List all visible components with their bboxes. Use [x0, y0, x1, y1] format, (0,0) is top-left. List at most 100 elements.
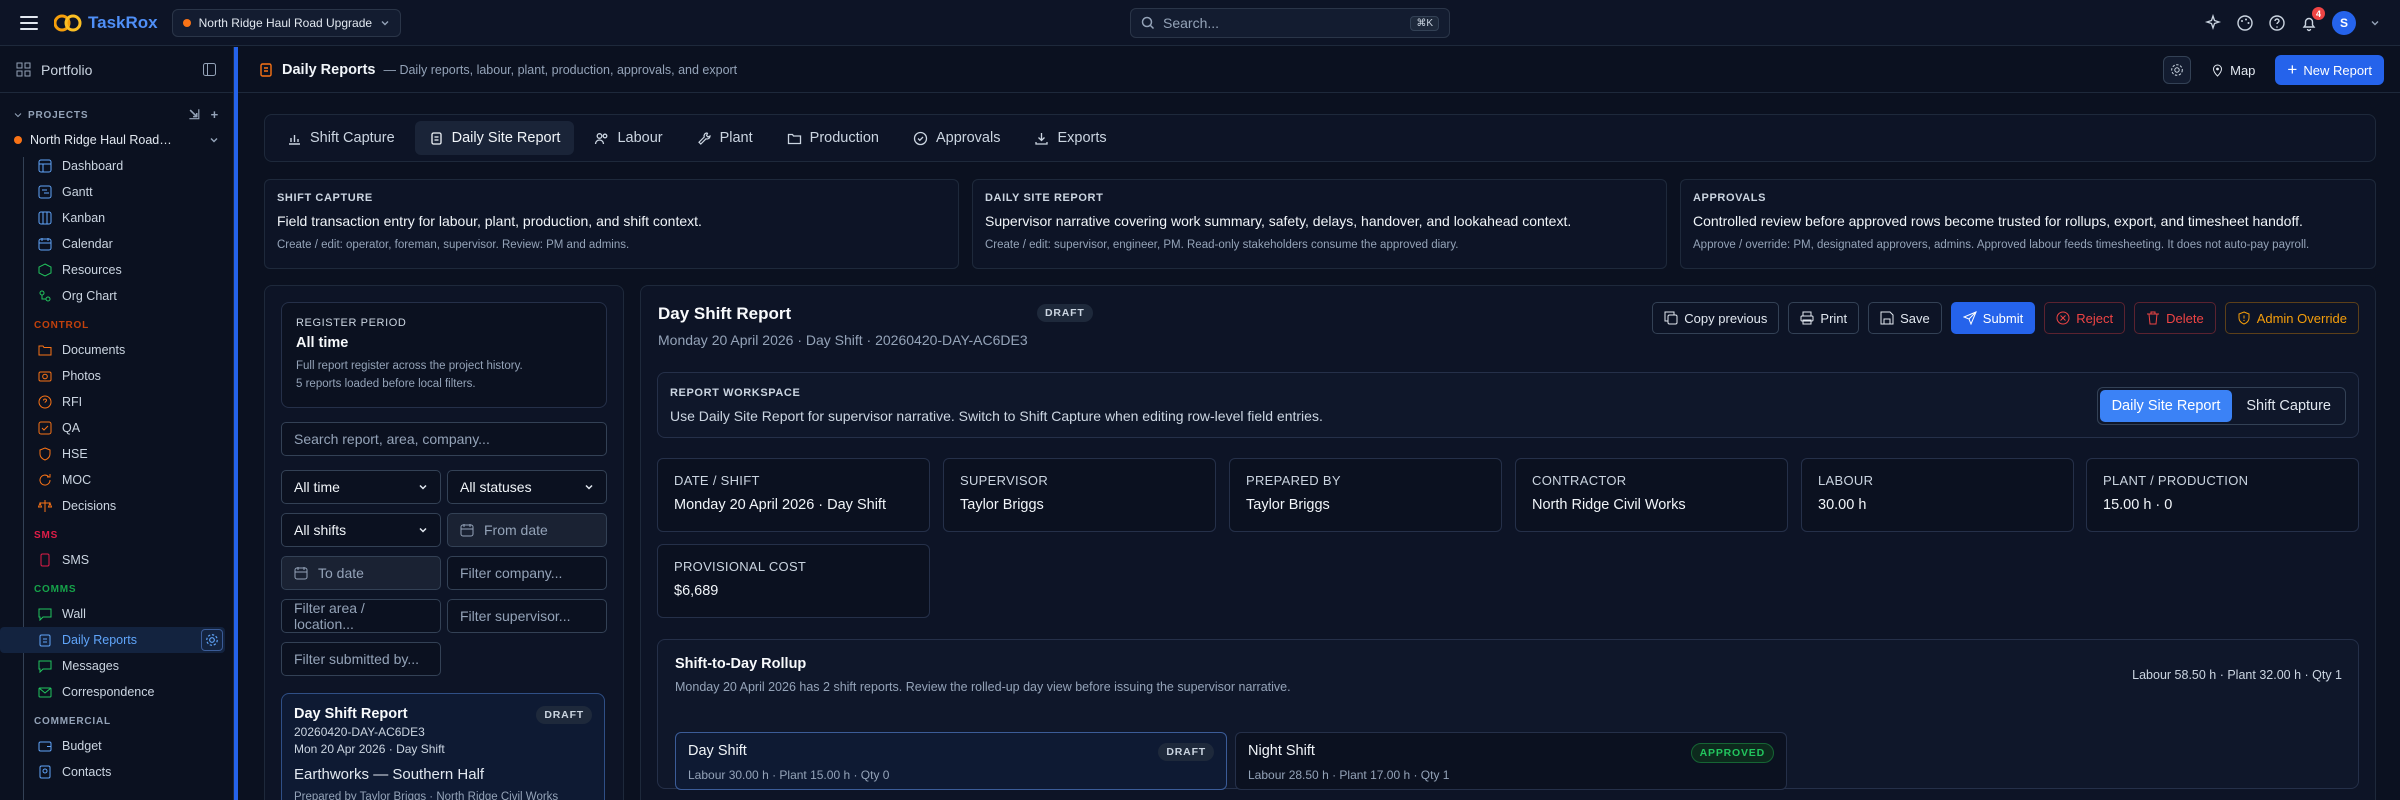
sidebar-resize-handle[interactable]	[234, 47, 238, 800]
report-list-item[interactable]: Day Shift Report DRAFT 20260420-DAY-AC6D…	[281, 693, 605, 800]
report-workspace: REPORT WORKSPACE Use Daily Site Report f…	[657, 372, 2359, 438]
shift-filter-select[interactable]: All shifts	[281, 513, 441, 547]
toggle-daily-site-report[interactable]: Daily Site Report	[2099, 390, 2233, 422]
stat-value: 30.00 h	[1818, 497, 1867, 513]
tab-exports[interactable]: Exports	[1020, 121, 1120, 155]
notifications-bell-icon[interactable]: 4	[2300, 7, 2325, 32]
toggle-shift-capture[interactable]: Shift Capture	[2234, 390, 2343, 422]
print-button[interactable]: Print	[1788, 302, 1860, 334]
tab-labour[interactable]: Labour	[580, 121, 676, 155]
collapse-all-icon[interactable]: ⇲	[189, 107, 201, 123]
status-filter-select[interactable]: All statuses	[447, 470, 607, 504]
map-pin-icon	[2213, 64, 2223, 77]
rollup-shift-day[interactable]: Day Shift DRAFT Labour 30.00 h · Plant 1…	[675, 732, 1227, 790]
sidebar-item-hse[interactable]: HSE	[0, 441, 233, 467]
menu-icon[interactable]	[18, 12, 40, 34]
save-button[interactable]: Save	[1868, 302, 1942, 334]
submitted-by-filter-input[interactable]: Filter submitted by...	[281, 642, 441, 676]
add-project-icon[interactable]: +	[211, 107, 219, 123]
check-circle-icon	[913, 131, 928, 145]
status-badge: DRAFT	[1158, 743, 1214, 761]
workspace-kicker: REPORT WORKSPACE	[670, 387, 801, 399]
app-logo[interactable]: TaskRox	[54, 11, 158, 35]
sidebar-item-org-chart[interactable]: Org Chart	[0, 283, 233, 309]
calendar-icon	[38, 238, 52, 251]
plus-icon: +	[2287, 60, 2298, 79]
sidebar-item-label: Dashboard	[62, 159, 124, 173]
sidebar-item-moc[interactable]: MOC	[0, 467, 233, 493]
info-card-title: Supervisor narrative covering work summa…	[985, 213, 1572, 229]
company-filter-input[interactable]: Filter company...	[447, 556, 607, 590]
sparkle-icon[interactable]	[2204, 14, 2222, 32]
supervisor-filter-input[interactable]: Filter supervisor...	[447, 599, 607, 633]
sidebar-item-budget[interactable]: Budget	[0, 733, 233, 759]
user-avatar[interactable]: S	[2332, 11, 2356, 35]
portfolio-label: Portfolio	[41, 61, 93, 78]
tab-plant[interactable]: Plant	[683, 121, 767, 155]
sidebar-item-sms[interactable]: SMS	[0, 547, 233, 573]
tab-label: Production	[809, 130, 879, 146]
trash-icon	[2147, 311, 2160, 325]
sidebar-item-qa[interactable]: QA	[0, 415, 233, 441]
shift-filter-value: All shifts	[294, 522, 347, 538]
sidebar-item-decisions[interactable]: Decisions	[0, 493, 233, 519]
from-date-input[interactable]: From date	[447, 513, 607, 547]
question-circle-icon	[38, 395, 52, 409]
time-filter-select[interactable]: All time	[281, 470, 441, 504]
status-badge: APPROVED	[1690, 743, 1774, 763]
reject-button[interactable]: Reject	[2044, 302, 2126, 334]
folder-icon	[38, 345, 52, 356]
stat-label: PROVISIONAL COST	[674, 559, 807, 574]
sidebar-item-label: Resources	[62, 263, 122, 277]
sidebar-item-gantt[interactable]: Gantt	[0, 179, 233, 205]
portfolio-link[interactable]: Portfolio	[0, 47, 233, 93]
sidebar-item-wall[interactable]: Wall	[0, 601, 233, 627]
tab-shift-capture[interactable]: Shift Capture	[273, 121, 409, 155]
sidebar-item-photos[interactable]: Photos	[0, 363, 233, 389]
gear-icon[interactable]	[201, 629, 223, 651]
project-switcher[interactable]: North Ridge Haul Road Upgrade	[171, 8, 402, 37]
tab-daily-site-report[interactable]: Daily Site Report	[414, 121, 575, 155]
sidebar-item-calendar[interactable]: Calendar	[0, 231, 233, 257]
admin-override-label: Admin Override	[2256, 310, 2347, 326]
sidebar-item-dashboard[interactable]: Dashboard	[0, 153, 233, 179]
stat-date-shift: DATE / SHIFT Monday 20 April 2026 · Day S…	[657, 458, 930, 532]
stat-label: PLANT / PRODUCTION	[2103, 473, 2249, 488]
collapse-sidebar-icon[interactable]	[202, 62, 217, 77]
area-filter-input[interactable]: Filter area / location...	[281, 599, 441, 633]
sidebar-item-kanban[interactable]: Kanban	[0, 205, 233, 231]
shift-name: Day Shift	[688, 743, 747, 759]
new-report-button[interactable]: + New Report	[2275, 55, 2384, 85]
map-button[interactable]: Map	[2201, 63, 2265, 78]
sidebar-item-correspondence[interactable]: Correspondence	[0, 679, 233, 705]
submit-label: Submit	[1982, 310, 2024, 326]
sidebar-item-daily-reports[interactable]: Daily Reports	[0, 627, 225, 653]
palette-icon[interactable]	[2236, 14, 2254, 32]
search-icon	[1141, 16, 1155, 30]
sidebar-item-contacts[interactable]: Contacts	[0, 759, 233, 785]
tab-approvals[interactable]: Approvals	[899, 121, 1014, 155]
sidebar-item-messages[interactable]: Messages	[0, 653, 233, 679]
to-date-placeholder: To date	[318, 565, 364, 581]
admin-override-button[interactable]: Admin Override	[2224, 302, 2359, 334]
search-reports-input[interactable]: Search report, area, company...	[281, 422, 607, 456]
submit-button[interactable]: Submit	[1950, 302, 2036, 334]
to-date-input[interactable]: To date	[281, 556, 441, 590]
sms-heading: SMS	[34, 529, 59, 541]
sidebar-item-resources[interactable]: Resources	[0, 257, 233, 283]
stat-value: $6,689	[674, 583, 719, 599]
sidebar-item-rfi[interactable]: RFI	[0, 389, 233, 415]
chevron-down-icon[interactable]	[2370, 18, 2380, 28]
global-search[interactable]: Search... ⌘K	[1130, 8, 1450, 38]
rollup-shift-night[interactable]: Night Shift APPROVED Labour 28.50 h · Pl…	[1235, 732, 1787, 790]
sidebar-item-documents[interactable]: Documents	[0, 337, 233, 363]
settings-button[interactable]	[2163, 56, 2192, 84]
tab-production[interactable]: Production	[773, 121, 893, 155]
delete-button[interactable]: Delete	[2134, 302, 2216, 334]
help-icon[interactable]	[2268, 14, 2286, 32]
copy-previous-button[interactable]: Copy previous	[1652, 302, 1780, 334]
save-label: Save	[1900, 310, 1930, 326]
copy-icon	[1664, 311, 1678, 325]
sidebar-project[interactable]: North Ridge Haul Road…	[0, 127, 233, 153]
rollup-sub: Monday 20 April 2026 has 2 shift reports…	[675, 680, 1291, 694]
